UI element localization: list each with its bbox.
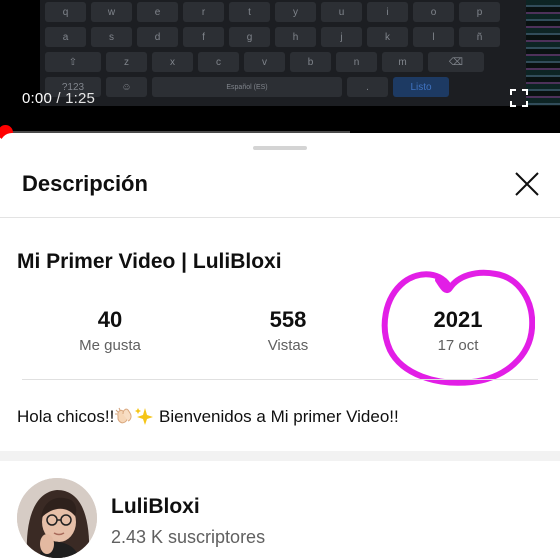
key: j: [321, 27, 362, 47]
section-separator: [0, 451, 560, 461]
video-description: Hola chicos!! Bienvenidos a Mi primer Vi…: [17, 407, 399, 427]
shift-key: ⇧: [45, 52, 101, 72]
sheet-title: Descripción: [22, 171, 148, 196]
key: h: [275, 27, 316, 47]
video-frame-keyboard: q w e r t y u i o p a s d f g h j k l ñ …: [40, 0, 526, 106]
key: .: [347, 77, 388, 97]
views-count: 558: [269, 307, 307, 332]
done-key: Listo: [393, 77, 449, 97]
key: n: [336, 52, 377, 72]
drag-handle[interactable]: [253, 146, 307, 150]
keyboard-row-3: ⇧ z x c v b n m ⌫: [45, 52, 484, 72]
key: w: [91, 2, 132, 22]
key: t: [229, 2, 270, 22]
backspace-key: ⌫: [428, 52, 484, 72]
time-separator: /: [52, 90, 66, 107]
key: b: [290, 52, 331, 72]
key: q: [45, 2, 86, 22]
keyboard-row-1: q w e r t y u i o p: [45, 2, 500, 22]
key: g: [229, 27, 270, 47]
clapping-hands-icon: [115, 407, 132, 424]
hand-drawn-heart-annotation: [381, 269, 535, 386]
current-time: 0:00: [22, 90, 52, 107]
likes-label: Me gusta: [79, 337, 141, 354]
key: s: [91, 27, 132, 47]
key: f: [183, 27, 224, 47]
key: v: [244, 52, 285, 72]
key: m: [382, 52, 423, 72]
key: p: [459, 2, 500, 22]
views-label: Vistas: [267, 337, 309, 354]
keyboard-row-2: a s d f g h j k l ñ: [45, 27, 500, 47]
fullscreen-icon[interactable]: [510, 89, 528, 107]
close-icon[interactable]: [512, 169, 542, 199]
channel-avatar[interactable]: [17, 478, 97, 558]
key: o: [413, 2, 454, 22]
views-stat: 558 Vistas: [213, 307, 363, 354]
key: z: [106, 52, 147, 72]
key: k: [367, 27, 408, 47]
key: ñ: [459, 27, 500, 47]
channel-name[interactable]: LuliBloxi: [111, 495, 200, 519]
video-title: Mi Primer Video | LuliBloxi: [17, 250, 282, 273]
key: c: [198, 52, 239, 72]
key: r: [183, 2, 224, 22]
video-player[interactable]: q w e r t y u i o p a s d f g h j k l ñ …: [0, 0, 560, 133]
key: x: [152, 52, 193, 72]
space-key: Español (ES): [152, 77, 342, 97]
description-text-start: Hola chicos!!: [17, 407, 115, 426]
likes-count: 40: [97, 307, 123, 332]
duration: 1:25: [65, 90, 96, 107]
stats-divider: [22, 379, 538, 380]
key: u: [321, 2, 362, 22]
avatar-photo: [17, 478, 97, 558]
key: ☺: [106, 77, 147, 97]
key: y: [275, 2, 316, 22]
key: e: [137, 2, 178, 22]
time-display: 0:00 / 1:25: [22, 90, 95, 107]
subscriber-count: 2.43 K suscriptores: [111, 527, 266, 547]
key: a: [45, 27, 86, 47]
keyboard-row-4: ?123 ☺ Español (ES) . Listo: [45, 77, 449, 97]
sparkles-icon: [135, 408, 154, 425]
video-frame-edge: [526, 0, 560, 106]
description-sheet: Descripción Mi Primer Video | LuliBloxi …: [0, 133, 560, 560]
header-divider: [0, 217, 560, 218]
key: l: [413, 27, 454, 47]
key: d: [137, 27, 178, 47]
likes-stat: 40 Me gusta: [35, 307, 185, 354]
description-text-end: Bienvenidos a Mi primer Video!!: [154, 407, 399, 426]
key: i: [367, 2, 408, 22]
